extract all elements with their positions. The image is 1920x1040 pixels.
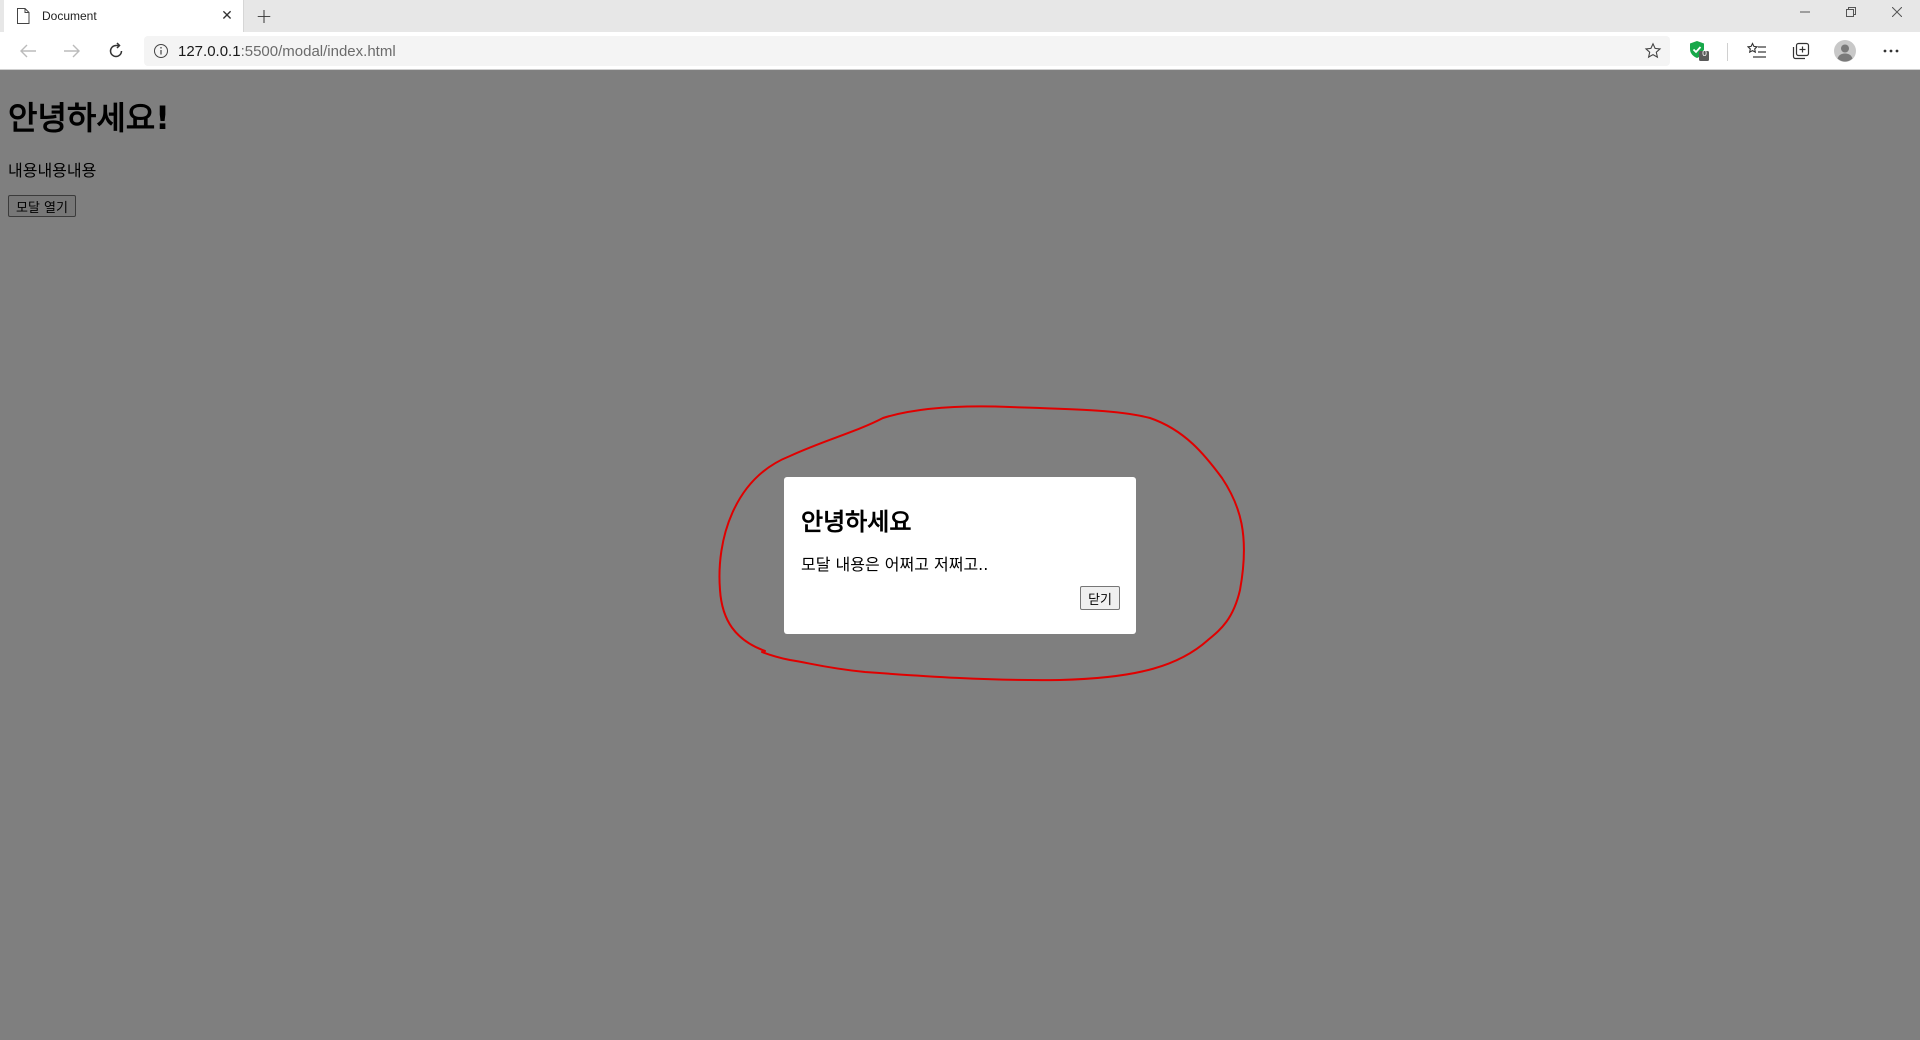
title-bar: Document ✕ + — [0, 0, 1920, 32]
collections-icon[interactable] — [1786, 37, 1816, 65]
url-text[interactable]: 127.0.0.1:5500/modal/index.html — [178, 43, 1636, 60]
refresh-button[interactable] — [102, 37, 130, 65]
url-host: 127.0.0.1 — [178, 42, 241, 60]
address-bar[interactable]: 127.0.0.1:5500/modal/index.html — [144, 36, 1670, 66]
forward-arrow-icon — [64, 44, 80, 58]
profile-icon[interactable] — [1830, 37, 1860, 65]
page-icon — [16, 8, 30, 24]
restore-icon — [1846, 7, 1856, 17]
forward-button[interactable] — [58, 37, 86, 65]
close-window-button[interactable] — [1874, 0, 1920, 24]
modal-close-button[interactable]: 닫기 — [1080, 586, 1120, 610]
tab-close-icon[interactable]: ✕ — [217, 6, 237, 26]
refresh-icon — [109, 42, 123, 58]
modal-dialog: 안녕하세요 모달 내용은 어쩌고 저쩌고.. 닫기 — [784, 477, 1136, 634]
close-icon — [1892, 7, 1902, 17]
minimize-button[interactable] — [1782, 0, 1828, 24]
modal-title: 안녕하세요 — [801, 508, 912, 536]
extension-badge: 0 — [1702, 49, 1708, 58]
back-button[interactable] — [14, 37, 42, 65]
shield-check-icon[interactable]: 0 — [1684, 37, 1714, 65]
url-path: :5500/modal/index.html — [240, 42, 396, 60]
favorites-icon[interactable] — [1742, 37, 1772, 65]
browser-toolbar: 127.0.0.1:5500/modal/index.html 0 — [0, 32, 1920, 70]
restore-button[interactable] — [1828, 0, 1874, 24]
modal-text: 모달 내용은 어쩌고 저쩌고.. — [801, 555, 989, 574]
star-icon[interactable] — [1636, 36, 1670, 66]
tab-title: Document — [42, 9, 97, 23]
window-controls — [1782, 0, 1920, 24]
toolbar-divider — [1727, 43, 1728, 61]
back-arrow-icon — [20, 44, 36, 58]
minimize-icon — [1800, 11, 1810, 13]
browser-tab[interactable]: Document ✕ — [4, 0, 244, 32]
info-icon[interactable] — [144, 36, 178, 66]
new-tab-button[interactable]: + — [252, 4, 276, 28]
more-icon[interactable] — [1876, 37, 1906, 65]
